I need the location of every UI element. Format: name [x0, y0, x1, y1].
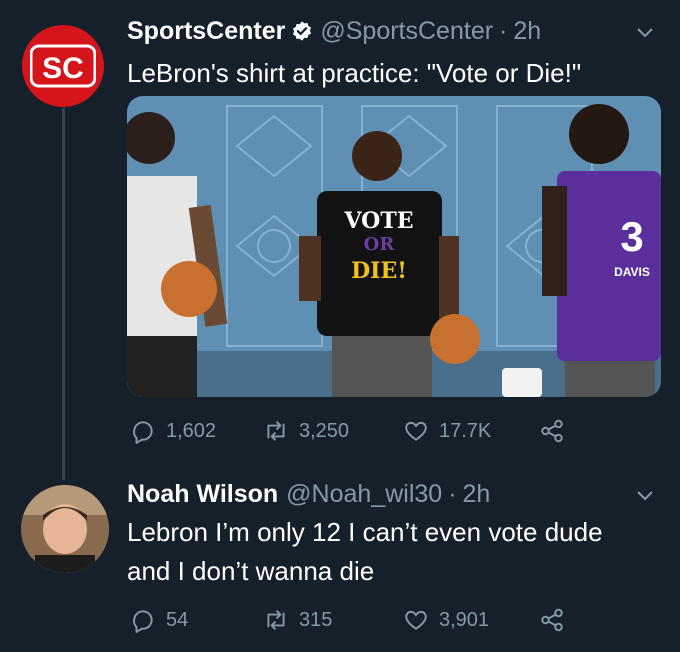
timestamp[interactable]: 2h [463, 480, 491, 509]
retweet-icon [267, 421, 285, 441]
separator-dot: · [499, 16, 508, 45]
retweet-icon [267, 610, 285, 630]
chevron-down-icon[interactable] [636, 27, 654, 39]
verified-badge-icon [293, 21, 312, 41]
sportscenter-avatar[interactable]: SC [22, 25, 104, 107]
tweet-photo[interactable]: VOTE OR DIE! 3 DAVIS [127, 96, 661, 397]
tweet-text-line: Lebron I’m only 12 I can’t even vote dud… [127, 517, 603, 547]
tweet-action-bar: 1,602 3,250 17.7K [127, 418, 587, 448]
share-icon [541, 608, 563, 632]
reply-button[interactable]: 54 [130, 607, 188, 633]
retweet-button[interactable]: 3,250 [263, 418, 349, 444]
svg-text:DAVIS: DAVIS [614, 265, 650, 279]
svg-text:3: 3 [620, 213, 643, 260]
share-button[interactable] [539, 607, 575, 633]
like-button[interactable]: 3,901 [403, 607, 489, 633]
display-name[interactable]: SportsCenter [127, 17, 285, 46]
retweet-count: 315 [299, 608, 333, 631]
retweet-button[interactable]: 315 [263, 607, 332, 633]
chevron-down-icon[interactable] [636, 490, 654, 502]
share-button[interactable] [539, 418, 575, 444]
svg-text:OR: OR [364, 234, 396, 255]
like-button[interactable]: 17.7K [403, 418, 491, 444]
like-count: 17.7K [439, 419, 492, 442]
tweet-action-bar: 54 315 3,901 [127, 607, 587, 637]
thread-connector-line [62, 108, 65, 480]
sportscenter-logo-icon: SC [30, 44, 96, 88]
reply-icon [133, 421, 153, 444]
reply-icon [133, 610, 153, 633]
tweet-header: SportsCenter @SportsCenter · 2h [127, 14, 541, 48]
reply-count: 1,602 [166, 419, 217, 442]
reply-button[interactable]: 1,602 [130, 418, 216, 444]
user-handle[interactable]: @SportsCenter [320, 17, 493, 46]
noah-wilson-avatar[interactable] [21, 485, 109, 573]
svg-text:VOTE: VOTE [344, 208, 414, 234]
retweet-count: 3,250 [299, 419, 350, 442]
timestamp[interactable]: 2h [513, 17, 541, 46]
like-count: 3,901 [439, 608, 490, 631]
tweet-header: Noah Wilson @Noah_wil30 · 2h [127, 477, 490, 511]
separator-dot: · [448, 479, 457, 508]
like-icon [405, 610, 427, 630]
display-name[interactable]: Noah Wilson [127, 480, 278, 509]
svg-text:DIE!: DIE! [351, 258, 407, 284]
share-icon [541, 419, 563, 443]
svg-text:SC: SC [42, 52, 84, 85]
tweet-text-line: and I don’t wanna die [127, 556, 375, 586]
tweet-text: LeBron's shirt at practice: "Vote or Die… [127, 58, 582, 88]
reply-count: 54 [166, 608, 189, 631]
user-handle[interactable]: @Noah_wil30 [286, 480, 442, 509]
like-icon [405, 421, 427, 441]
